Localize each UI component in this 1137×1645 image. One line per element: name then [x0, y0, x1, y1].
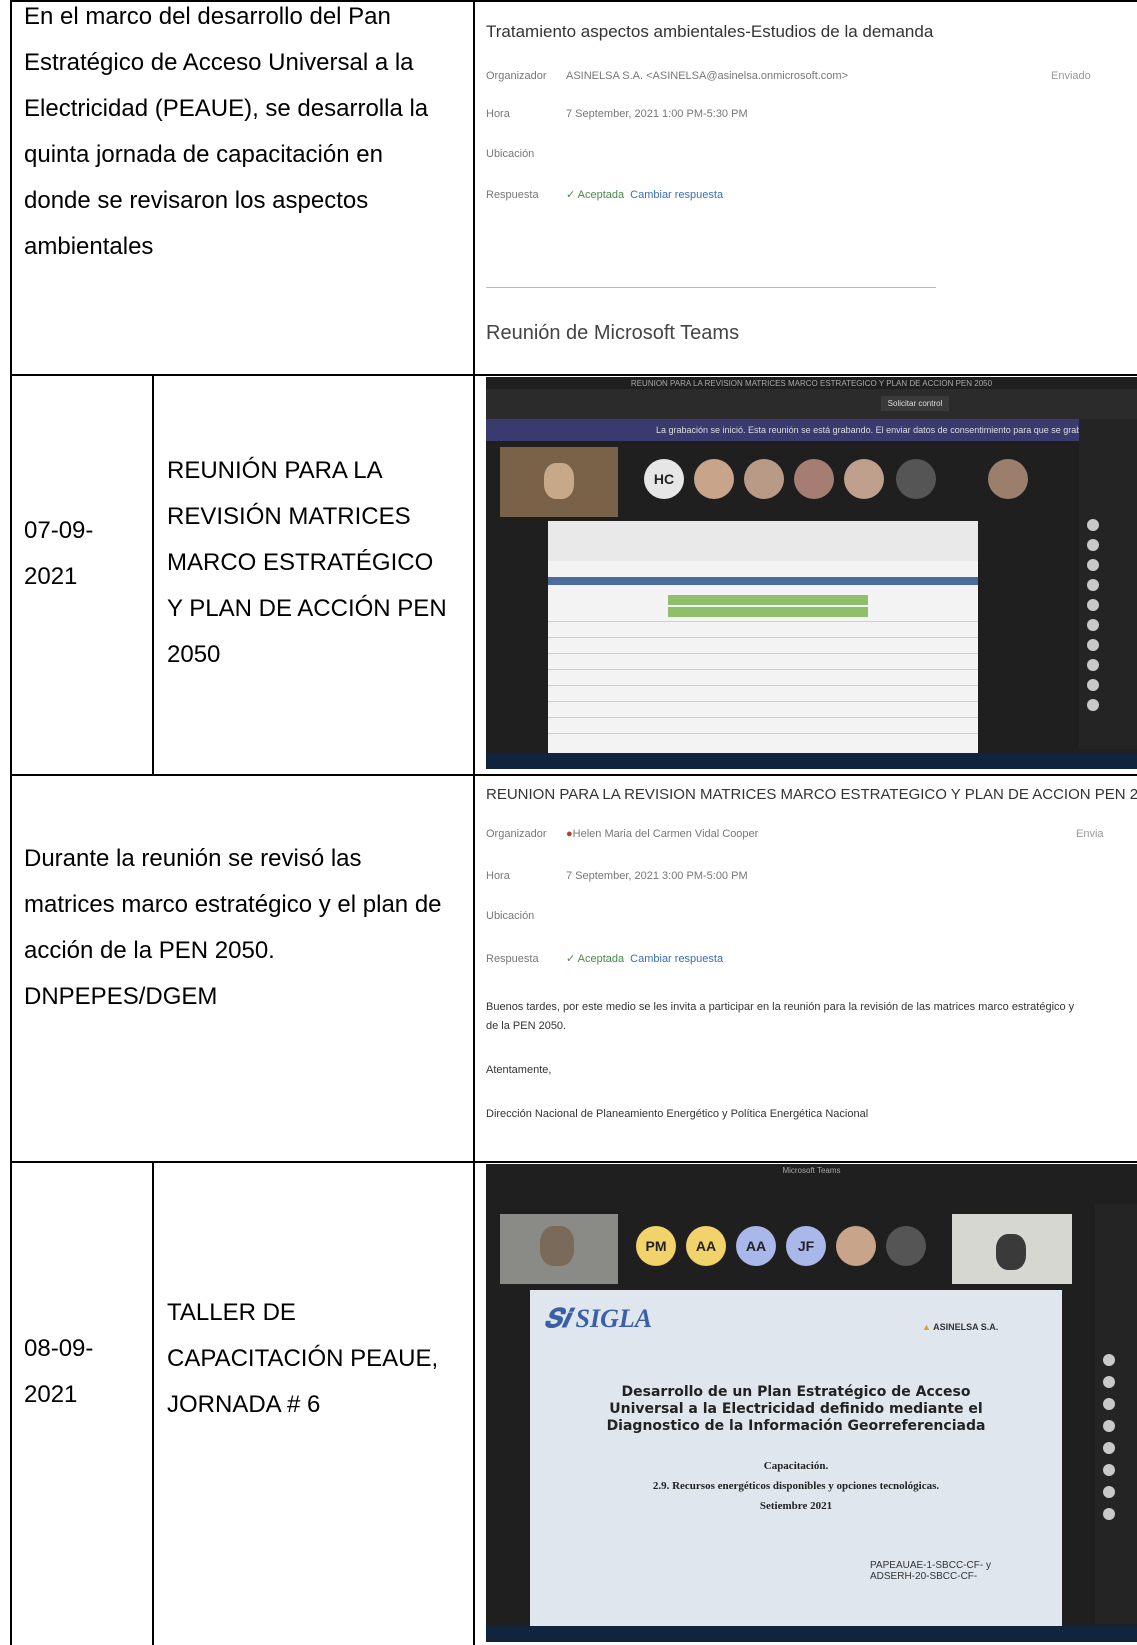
row4-title: TALLER DE CAPACITACIÓN PEAUE, JORNADA # …	[167, 1290, 472, 1428]
sigla-logo: 𝑺𝒊 SIGLA	[544, 1304, 653, 1333]
title-line: REUNIÓN PARA LA	[167, 457, 383, 484]
text-line: donde se revisaron los aspectos	[24, 187, 369, 214]
title-line: 2050	[167, 641, 221, 668]
title-line: TALLER DE	[167, 1299, 296, 1326]
avatar	[988, 459, 1028, 499]
slide-subtitle: 2.9. Recursos energéticos disponibles y …	[652, 1480, 940, 1492]
avatar: HC	[644, 459, 684, 499]
avatar	[744, 459, 784, 499]
teams-meeting-label: Reunión de Microsoft Teams	[486, 322, 740, 344]
email-body: Dirección Nacional de Planeamiento Energ…	[486, 1108, 869, 1120]
avatar	[896, 459, 936, 499]
window-title: REUNION PARA LA REVISION MATRICES MARCO …	[630, 379, 993, 388]
avatar	[694, 459, 734, 499]
sent-label: Envia	[1076, 828, 1104, 840]
email-body: de la PEN 2050.	[486, 1020, 567, 1032]
avatar	[794, 459, 834, 499]
location-row: Ubicación	[486, 148, 535, 160]
slide-code: PAPEAUAE-1-SBCC-CF- y ADSERH-20-SBCC-CF-	[870, 1560, 991, 1582]
participant-video	[952, 1214, 1072, 1284]
row4-date: 08-09- 2021	[24, 1326, 144, 1418]
date-line: 2021	[24, 1381, 78, 1408]
avatar: PM	[636, 1226, 676, 1266]
row2-title: REUNIÓN PARA LA REVISIÓN MATRICES MARCO …	[167, 448, 472, 678]
email-body: Buenos tardes, por este medio se les inv…	[486, 1001, 1075, 1013]
date-line: 2021	[24, 563, 78, 590]
text-line: DNPEPES/DGEM	[24, 983, 218, 1010]
email-subject: REUNION PARA LA REVISION MATRICES MARCO …	[486, 786, 1137, 803]
avatar: JF	[786, 1226, 826, 1266]
participants-panel	[1079, 419, 1137, 749]
avatar: AA	[686, 1226, 726, 1266]
teams-screenshot-1: REUNION PARA LA REVISION MATRICES MARCO …	[486, 377, 1137, 769]
location-row: Ubicación	[486, 910, 535, 922]
window-title: Microsoft Teams	[782, 1166, 841, 1175]
recording-banner: La grabación se inició. Esta reunión se …	[486, 419, 1137, 441]
row1-description: En el marco del desarrollo del Pan Estra…	[24, 0, 464, 270]
text-line: Durante la reunión se revisó las	[24, 845, 362, 872]
text-line: matrices marco estratégico y el plan de	[24, 891, 442, 918]
teams-screenshot-2: Microsoft Teams PM AA AA JF 𝑺𝒊 SIGLA ▲ A…	[486, 1164, 1137, 1642]
shared-spreadsheet	[548, 521, 978, 753]
row3-description: Durante la reunión se revisó las matrice…	[24, 836, 469, 1020]
organizer-row: Organizador ASINELSA S.A. <ASINELSA@asine…	[486, 70, 849, 82]
text-line: En el marco del desarrollo del Pan	[24, 3, 391, 30]
title-line: CAPACITACIÓN PEAUE,	[167, 1345, 439, 1372]
avatar	[844, 459, 884, 499]
text-line: acción de la PEN 2050.	[24, 937, 275, 964]
time-row: Hora 7 September, 2021 1:00 PM-5:30 PM	[486, 108, 748, 120]
change-response-link[interactable]: Cambiar respuesta	[630, 953, 723, 965]
avatar	[836, 1226, 876, 1266]
avatar: AA	[736, 1226, 776, 1266]
text-line: ambientales	[24, 233, 154, 260]
organizer-row: Organizador ●Helen Maria del Carmen Vidal…	[486, 828, 759, 840]
slide-subtitle: Capacitación.	[763, 1460, 829, 1472]
taskbar	[486, 1626, 1137, 1642]
date-line: 07-09-	[24, 517, 94, 544]
teams-toolbar	[486, 1176, 1137, 1206]
email-screenshot-1: Tratamiento aspectos ambientales-Estudio…	[476, 2, 1137, 374]
email-subject: Tratamiento aspectos ambientales-Estudio…	[486, 22, 934, 41]
teams-toolbar: Solicitar control	[486, 389, 1137, 419]
participant-video	[500, 447, 618, 517]
date-line: 08-09-	[24, 1335, 94, 1362]
participants-panel	[1095, 1204, 1137, 1624]
request-control-button[interactable]: Solicitar control	[881, 396, 949, 411]
text-line: quinta jornada de capacitación en	[24, 141, 383, 168]
title-line: Y PLAN DE ACCIÓN PEN	[167, 595, 447, 622]
document-page: En el marco del desarrollo del Pan Estra…	[10, 0, 1137, 1645]
email-screenshot-2: REUNION PARA LA REVISION MATRICES MARCO …	[476, 776, 1137, 1161]
text-line: Estratégico de Acceso Universal a la	[24, 49, 414, 76]
shared-slide: 𝑺𝒊 SIGLA ▲ ASINELSA S.A. Desarrollo de u…	[530, 1290, 1062, 1626]
asinelsa-logo: ▲ ASINELSA S.A.	[922, 1322, 999, 1332]
email-body: Atentamente,	[486, 1064, 552, 1076]
text-line: Electricidad (PEAUE), se desarrolla la	[24, 95, 429, 122]
sent-label: Enviado	[1051, 70, 1091, 82]
taskbar	[486, 753, 1137, 769]
title-line: JORNADA # 6	[167, 1391, 321, 1418]
change-response-link[interactable]: Cambiar respuesta	[630, 189, 723, 201]
title-line: REVISIÓN MATRICES	[167, 503, 411, 530]
time-row: Hora 7 September, 2021 3:00 PM-5:00 PM	[486, 870, 748, 882]
participant-video	[500, 1214, 618, 1284]
slide-title: Desarrollo de un Plan Estratégico de Acc…	[606, 1384, 986, 1434]
slide-subtitle: Setiembre 2021	[759, 1500, 833, 1512]
avatar	[886, 1226, 926, 1266]
row2-date: 07-09- 2021	[24, 508, 144, 600]
title-line: MARCO ESTRATÉGICO	[167, 549, 434, 576]
separator	[486, 287, 936, 288]
response-row: Respuesta ✓ Aceptada Cambiar respuesta	[486, 953, 724, 965]
response-row: Respuesta ✓ Aceptada Cambiar respuesta	[486, 189, 724, 201]
